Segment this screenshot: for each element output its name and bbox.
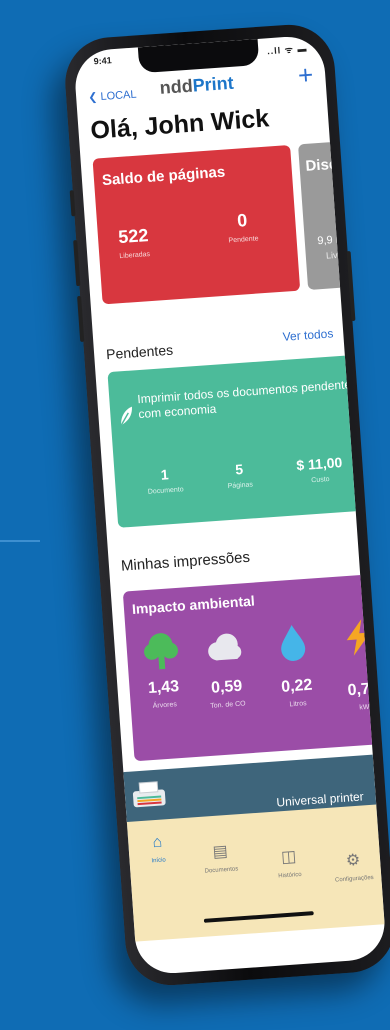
my-prints-title: Minhas impressões — [120, 548, 251, 575]
pending-pages-count: 5 — [234, 461, 244, 478]
pending-pages-value: 0 — [236, 210, 248, 231]
water-stat: 0,22 Litros — [273, 676, 321, 709]
history-icon: ◫ — [280, 848, 297, 867]
mute-switch — [69, 190, 76, 217]
disk-stat: 9,9 MB Livre — [308, 232, 362, 262]
printer-icon — [132, 781, 166, 808]
page-balance-title: Saldo de páginas — [101, 163, 226, 190]
pending-section-title: Pendentes — [105, 341, 174, 363]
page-balance-card[interactable]: Saldo de páginas 522 Liberadas 0 Pendent… — [92, 144, 301, 305]
top-bar: ❮ LOCAL nddPrint + — [87, 59, 315, 109]
pending-documents-label: Documento — [147, 486, 184, 496]
pending-cost-value: $ 11,00 — [295, 454, 343, 474]
pending-pages-caption: Páginas — [227, 481, 254, 491]
tab-home[interactable]: ⌂ Início — [122, 831, 194, 866]
co2-stat: 0,59 Ton. de CO — [199, 677, 255, 711]
phone-mockup: 9:41 ..ll ᯤ ▬ ❮ LOCAL nddPrint + Olá, Jo… — [0, 0, 390, 1030]
co2-label: Ton. de CO — [210, 700, 246, 710]
water-drop-icon — [281, 625, 306, 661]
tab-settings[interactable]: ⚙ Configurações — [317, 848, 387, 885]
gear-icon: ⚙ — [345, 851, 361, 870]
see-all-link[interactable]: Ver todos — [282, 326, 334, 344]
app-screen: 9:41 ..ll ᯤ ▬ ❮ LOCAL nddPrint + Olá, Jo… — [73, 34, 387, 976]
available-pages-stat: 522 Liberadas — [117, 225, 151, 261]
pending-cost-label: Custo — [311, 476, 330, 485]
status-time: 9:41 — [93, 55, 113, 67]
tab-history[interactable]: ◫ Histórico — [253, 844, 325, 881]
add-button[interactable]: + — [297, 59, 314, 91]
trees-value: 1,43 — [147, 678, 180, 698]
tab-documents[interactable]: ▤ Documentos — [185, 839, 257, 876]
pending-documents-value: 1 — [160, 466, 170, 483]
signal-battery-icons: ..ll ᯤ ▬ — [266, 43, 308, 57]
available-pages-label: Liberadas — [119, 250, 151, 261]
trees-stat: 1,43 Árvores — [143, 678, 185, 711]
energy-value: 0,78 — [347, 680, 380, 700]
environmental-impact-title: Impacto ambiental — [131, 592, 256, 618]
chevron-left-icon: ❮ — [87, 91, 98, 104]
disk-card[interactable]: Disco 9,9 MB Livre — [298, 140, 369, 291]
trees-label: Árvores — [152, 701, 178, 710]
cloud-icon — [208, 633, 242, 661]
environmental-impact-card[interactable]: Impacto ambiental 1,43 Árvores 0,59 Ton.… — [122, 573, 387, 762]
tab-settings-label: Configurações — [334, 874, 374, 884]
pending-pages-label: Pendente — [228, 235, 259, 245]
back-button[interactable]: ❮ LOCAL — [88, 88, 137, 104]
pending-pages-stat: 0 Pendente — [227, 209, 259, 245]
disk-title: Disco — [304, 155, 347, 175]
power-button — [346, 250, 356, 322]
logo-ndd: ndd — [159, 75, 194, 98]
pending-print-card[interactable]: Imprimir todos os documentos pendentes c… — [107, 353, 384, 528]
pending-stat-cost: $ 11,00 Custo — [296, 454, 344, 485]
co2-value: 0,59 — [210, 677, 243, 697]
pending-message: Imprimir todos os documentos pendentes c… — [136, 376, 358, 422]
logo-print: Print — [191, 72, 235, 96]
volume-down-button — [77, 295, 85, 343]
phone-frame: 9:41 ..ll ᯤ ▬ ❮ LOCAL nddPrint + Olá, Jo… — [62, 21, 390, 989]
disk-value: 9,9 MB — [316, 232, 353, 248]
home-icon: ⌂ — [151, 833, 163, 852]
tab-bar: ⌂ Início ▤ Documentos ◫ Histórico ⚙ Conf… — [126, 804, 387, 942]
tree-icon — [144, 633, 179, 670]
pending-stat-pages: 5 Páginas — [226, 460, 253, 490]
volume-up-button — [73, 240, 81, 287]
tab-home-label: Início — [151, 857, 167, 865]
app-logo: nddPrint — [159, 73, 234, 99]
tab-documents-label: Documentos — [204, 866, 239, 875]
disk-label: Livre — [325, 249, 346, 261]
back-label: LOCAL — [100, 88, 137, 104]
tab-history-label: Histórico — [278, 871, 302, 880]
documents-icon: ▤ — [212, 843, 229, 862]
greeting: Olá, John Wick — [89, 104, 271, 145]
water-value: 0,22 — [280, 676, 313, 696]
water-label: Litros — [289, 700, 307, 709]
home-indicator — [203, 911, 314, 923]
energy-stat: 0,78 kW — [340, 680, 387, 713]
energy-label: kW — [359, 703, 370, 712]
pending-stat-documents: 1 Documento — [146, 465, 184, 495]
leaf-icon — [120, 406, 132, 426]
available-pages-value: 522 — [117, 225, 150, 248]
lightning-icon — [346, 619, 371, 656]
